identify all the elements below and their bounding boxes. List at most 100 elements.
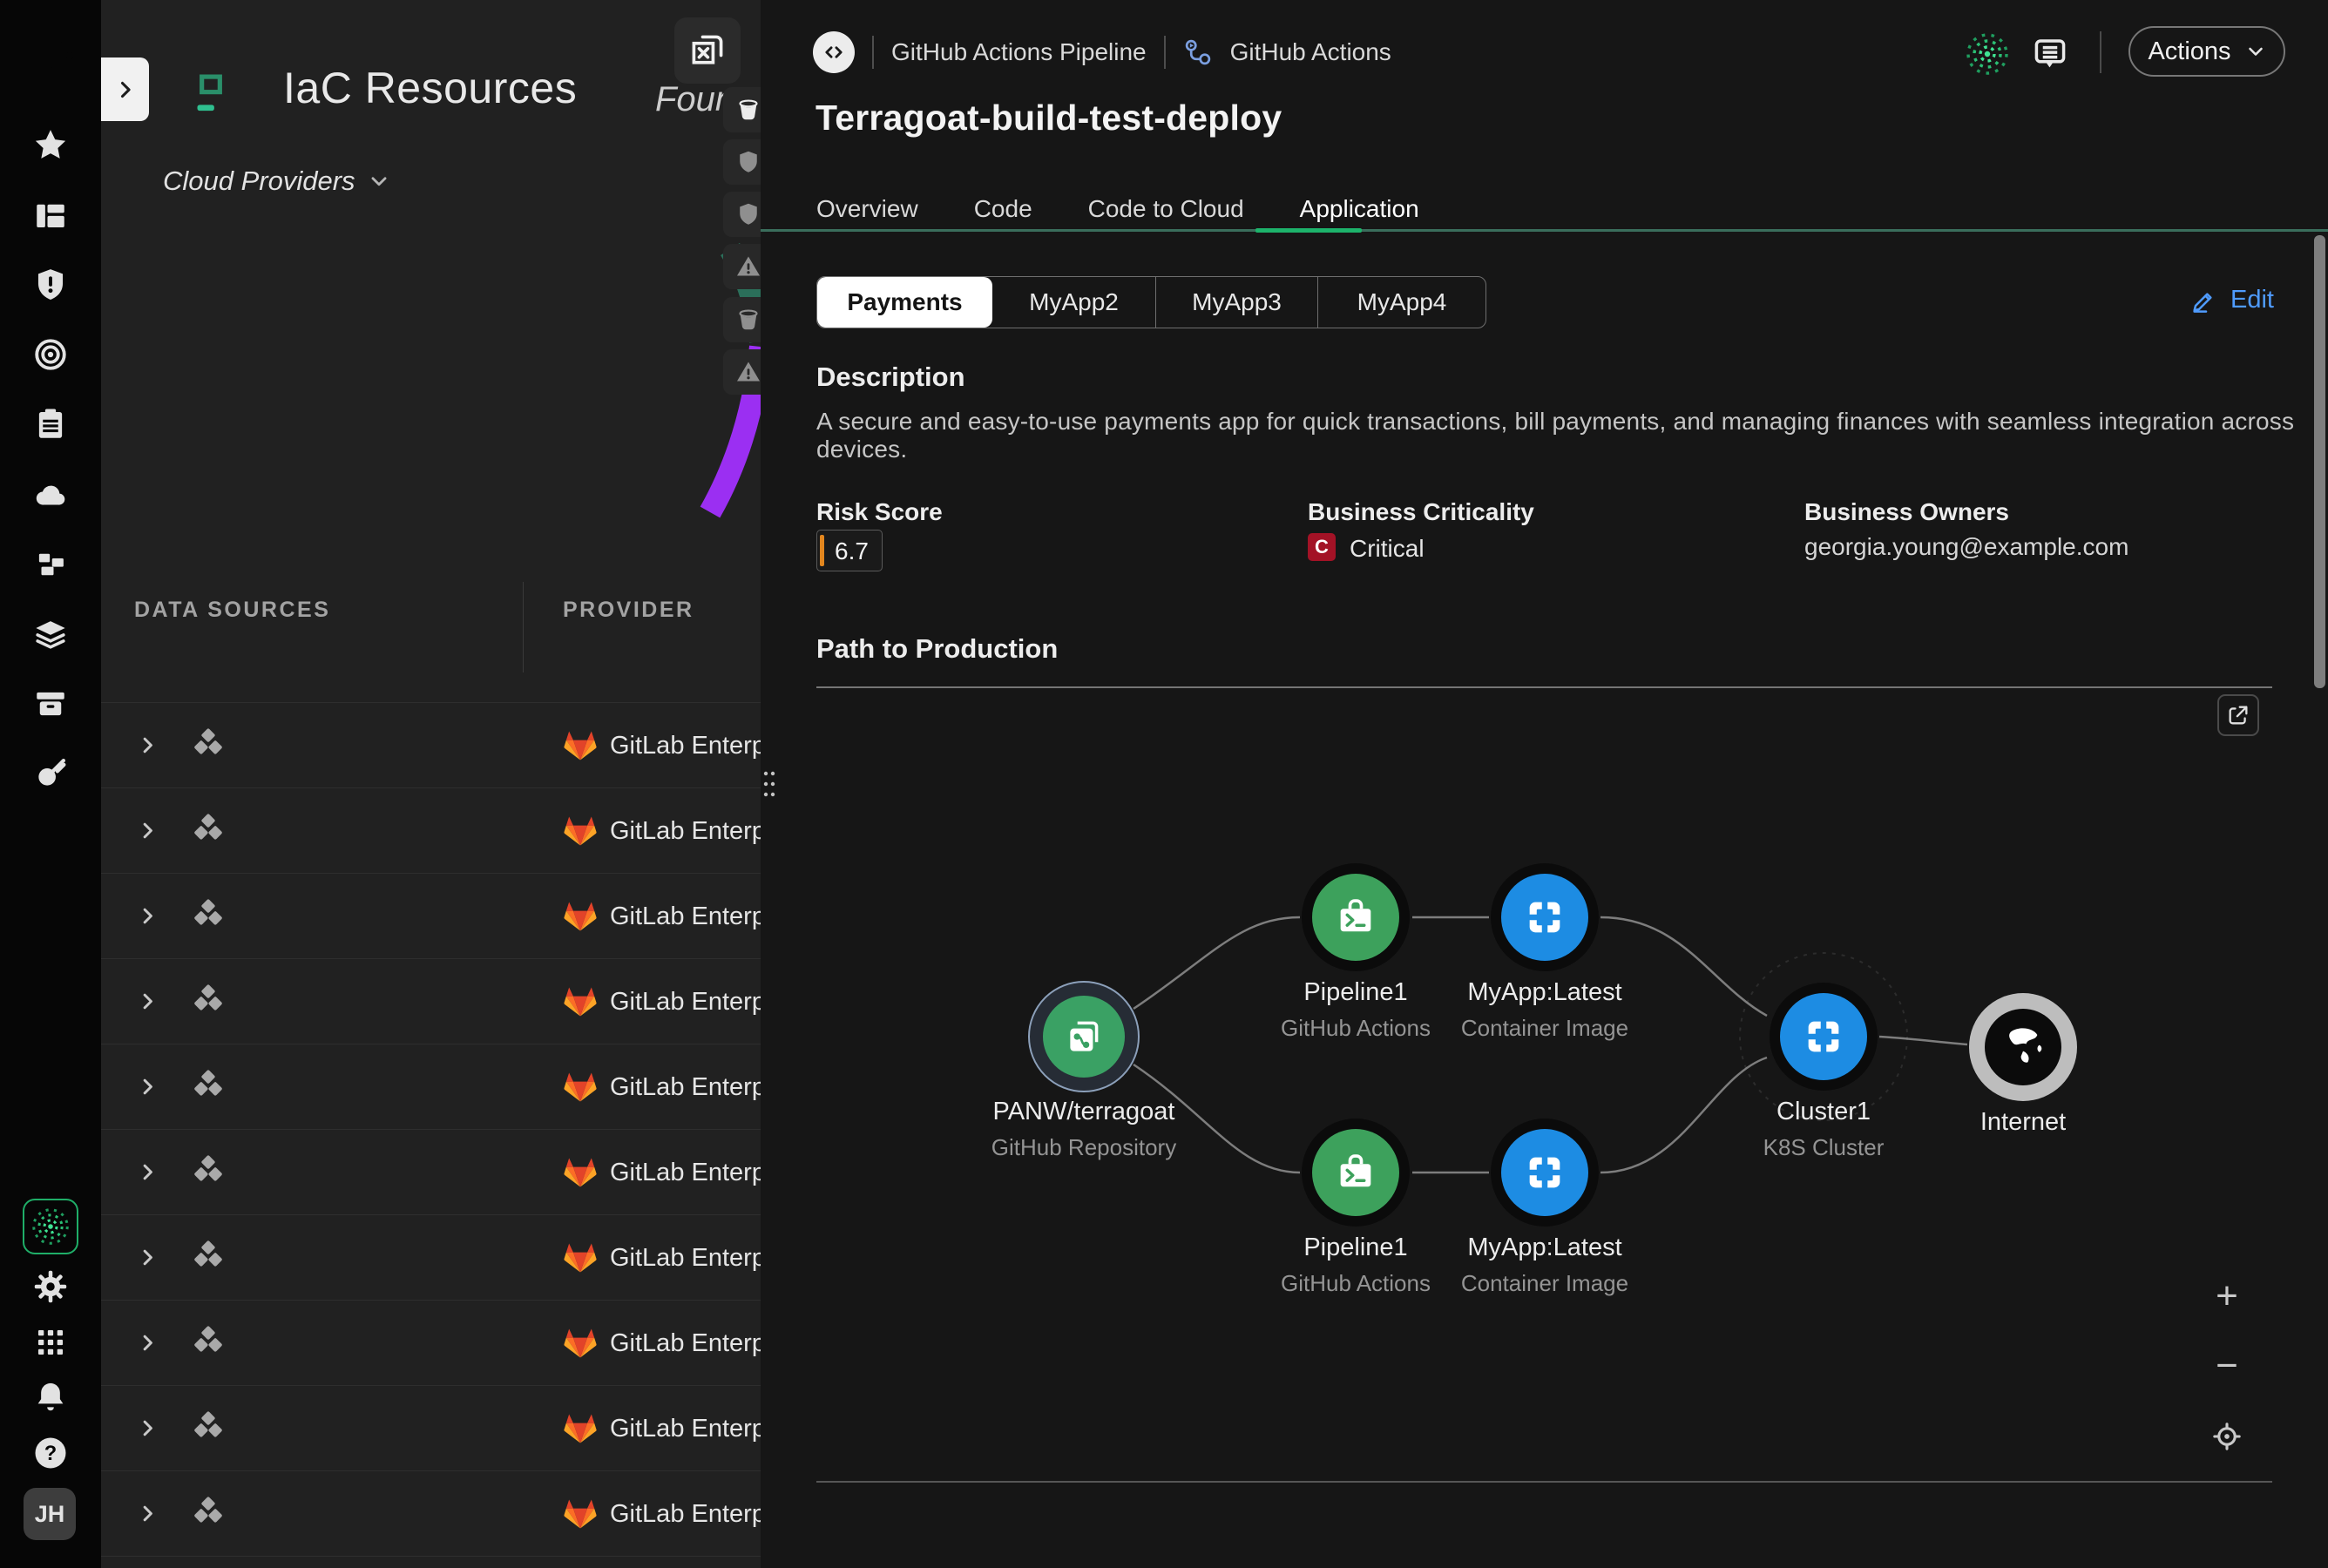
node-halo xyxy=(1491,1119,1599,1227)
table-row[interactable]: GitLab Enterp xyxy=(101,1471,761,1557)
provider-name: GitLab Enterp xyxy=(610,1415,761,1443)
expand-chevron-icon[interactable] xyxy=(136,1075,159,1098)
sidebar-item-help[interactable] xyxy=(25,1428,76,1478)
sidebar-item-notifications[interactable] xyxy=(25,1372,76,1423)
node-label: PANW/terragoat xyxy=(927,1098,1241,1126)
table-row[interactable]: GitLab Enterp xyxy=(101,874,761,959)
notifications-icon xyxy=(32,1379,69,1416)
sidebar-item-supply-chain[interactable] xyxy=(25,748,76,799)
bucket-chip[interactable] xyxy=(723,87,761,132)
sidebar-item-reports[interactable] xyxy=(25,399,76,449)
crosshair-icon xyxy=(2212,1422,2242,1451)
shield-chip[interactable] xyxy=(723,192,761,237)
node-halo xyxy=(1770,983,1878,1091)
sidebar-item-ai-copilot[interactable] xyxy=(23,1199,78,1254)
node-label: MyApp:Latest xyxy=(1388,978,1702,1007)
node-label: Internet xyxy=(1866,1108,2180,1137)
iac-resources-panel: Found IaC Resources Cloud Providers DATA… xyxy=(101,0,761,1568)
expand-chevron-icon[interactable] xyxy=(136,904,159,928)
gitlab-icon xyxy=(561,1153,599,1192)
gitlab-icon xyxy=(561,1409,599,1448)
bucket-chip[interactable] xyxy=(723,297,761,342)
warning-icon xyxy=(735,253,761,280)
shield-icon xyxy=(735,201,761,227)
graph-node-image-top[interactable] xyxy=(1491,863,1599,971)
prisma-cloud-logo[interactable] xyxy=(26,31,75,80)
shield-chip[interactable] xyxy=(723,139,761,185)
panel-collapse-button[interactable] xyxy=(101,57,149,121)
iac-framework-icon xyxy=(188,1067,228,1107)
table-row[interactable]: GitLab Enterp xyxy=(101,1130,761,1215)
graph-node-cluster[interactable] xyxy=(1770,983,1878,1091)
iac-framework-icon xyxy=(188,1323,228,1363)
graph-node-internet[interactable] xyxy=(1969,993,2077,1101)
table-row[interactable]: GitLab Enterp xyxy=(101,1386,761,1471)
settings-icon xyxy=(32,1268,69,1305)
expand-chevron-icon[interactable] xyxy=(136,1331,159,1355)
user-avatar[interactable]: JH xyxy=(24,1488,76,1540)
graph-node-image-bottom[interactable] xyxy=(1491,1119,1599,1227)
sidebar-item-modules[interactable] xyxy=(25,539,76,590)
ai-copilot-icon xyxy=(32,1208,69,1245)
sidebar-item-favorites[interactable] xyxy=(25,120,76,171)
zoom-in-button[interactable]: + xyxy=(2206,1275,2248,1317)
alerts-icon xyxy=(32,267,69,303)
table-row[interactable]: GitLab Enterp xyxy=(101,1215,761,1301)
table-row[interactable]: GitLab Enterp xyxy=(101,959,761,1044)
table-row[interactable]: GitLab Enterp xyxy=(101,1301,761,1386)
sidebar-item-settings[interactable] xyxy=(25,1261,76,1312)
bucket-icon xyxy=(735,97,761,123)
sidebar-item-inventory[interactable] xyxy=(25,679,76,729)
column-data-sources: DATA SOURCES xyxy=(134,598,330,623)
node-sublabel: GitHub Repository xyxy=(927,1134,1241,1161)
inventory-icon xyxy=(32,686,69,722)
table-row[interactable]: GitLab Enterp xyxy=(101,703,761,788)
cloud-providers-filter[interactable]: Cloud Providers xyxy=(163,166,390,197)
expand-chevron-icon[interactable] xyxy=(136,819,159,842)
iac-framework-icon xyxy=(188,1494,228,1534)
sidebar-item-cloud-accounts[interactable] xyxy=(25,470,76,520)
sidebar-item-layers[interactable] xyxy=(25,609,76,659)
panel-resize-handle[interactable] xyxy=(761,768,777,801)
warning-chip[interactable] xyxy=(723,349,761,395)
iac-panel-title: IaC Resources xyxy=(283,63,577,113)
expand-chevron-icon[interactable] xyxy=(136,1416,159,1440)
graph-node-pipeline-bottom[interactable] xyxy=(1302,1119,1410,1227)
warning-chip[interactable] xyxy=(723,244,761,289)
data-sources-table: GitLab EnterpGitLab EnterpGitLab EnterpG… xyxy=(101,702,761,1568)
modules-icon xyxy=(32,546,69,583)
pipeline-icon xyxy=(1333,895,1378,940)
graph-node-pipeline-top[interactable] xyxy=(1302,863,1410,971)
scrollbar-thumb[interactable] xyxy=(2314,235,2325,688)
edge-cluster-to-internet xyxy=(1879,1037,1967,1044)
expand-chevron-icon[interactable] xyxy=(136,733,159,757)
bucket-icon xyxy=(735,307,761,333)
graph-node-repo[interactable] xyxy=(1028,981,1140,1092)
expand-chevron-icon[interactable] xyxy=(136,990,159,1013)
dashboards-icon xyxy=(32,197,69,233)
recenter-button[interactable] xyxy=(2206,1416,2248,1457)
expand-chevron-icon[interactable] xyxy=(136,1160,159,1184)
node-halo xyxy=(1302,863,1410,971)
provider-name: GitLab Enterp xyxy=(610,1329,761,1358)
sidebar-item-app-grid[interactable] xyxy=(25,1317,76,1368)
provider-name: GitLab Enterp xyxy=(610,1244,761,1273)
provider-name: GitLab Enterp xyxy=(610,817,761,846)
table-row[interactable]: GitLab Enterp xyxy=(101,1557,761,1568)
gitlab-icon xyxy=(561,1068,599,1106)
sidebar-item-governance[interactable] xyxy=(25,329,76,380)
open-in-window-button[interactable] xyxy=(674,17,741,84)
quad-icon xyxy=(1801,1014,1846,1059)
app-root: JH Found IaC Resources Cloud Providers D… xyxy=(0,0,2328,1568)
table-row[interactable]: GitLab Enterp xyxy=(101,1044,761,1130)
zoom-out-button[interactable]: − xyxy=(2206,1345,2248,1387)
sidebar-item-alerts[interactable] xyxy=(25,260,76,310)
sidebar-item-dashboards[interactable] xyxy=(25,190,76,240)
expand-chevron-icon[interactable] xyxy=(136,1246,159,1269)
table-row[interactable]: GitLab Enterp xyxy=(101,788,761,874)
iac-framework-icon xyxy=(188,726,228,766)
quad-icon xyxy=(1522,895,1567,940)
node-label: MyApp:Latest xyxy=(1388,1233,1702,1262)
provider-name: GitLab Enterp xyxy=(610,902,761,931)
expand-chevron-icon[interactable] xyxy=(136,1502,159,1525)
